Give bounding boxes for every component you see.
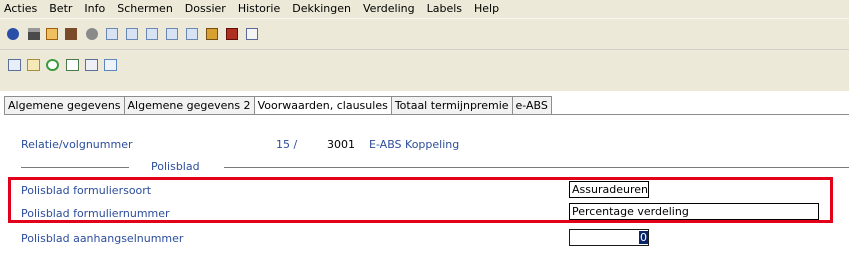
book-icon[interactable] [65, 28, 77, 40]
menu-info[interactable]: Info [78, 0, 111, 18]
notes-icon[interactable] [27, 59, 40, 71]
aanhangselnummer-value: 0 [639, 231, 648, 244]
tab-totaal-termijnpremie[interactable]: Totaal termijnpremie [390, 96, 512, 115]
page3-icon[interactable] [146, 28, 158, 40]
tab-algemene-gegevens-2[interactable]: Algemene gegevens 2 [123, 96, 254, 115]
tab-algemene-gegevens[interactable]: Algemene gegevens [4, 96, 124, 115]
page2-icon[interactable] [126, 28, 138, 40]
menu-historie[interactable]: Historie [232, 0, 286, 18]
koppeling-text: E-ABS Koppeling [369, 138, 460, 151]
aanhangselnummer-label: Polisblad aanhangselnummer [21, 232, 184, 245]
menu-verdeling[interactable]: Verdeling [357, 0, 421, 18]
tab-strip: Algemene gegevens Algemene gegevens 2 Vo… [4, 96, 552, 115]
menu-schermen[interactable]: Schermen [111, 0, 179, 18]
menu-acties[interactable]: Acties [0, 0, 43, 18]
document-icon[interactable] [104, 59, 117, 71]
record-icon[interactable] [86, 28, 98, 40]
section-divider-left [21, 167, 129, 168]
calendar-icon[interactable] [8, 59, 21, 71]
menu-betr[interactable]: Betr [43, 0, 78, 18]
info-icon[interactable] [246, 28, 258, 40]
refresh-icon[interactable] [46, 59, 59, 71]
page4-icon[interactable] [166, 28, 178, 40]
relatie-number: 15 / [276, 138, 298, 151]
aanhangselnummer-field[interactable]: 0 [569, 229, 649, 246]
page1-icon[interactable] [106, 28, 118, 40]
print-icon[interactable] [28, 28, 40, 40]
menu-help[interactable]: Help [468, 0, 505, 18]
stop-icon[interactable] [226, 28, 238, 40]
relatie-label: Relatie/volgnummer [21, 138, 133, 151]
menu-dossier[interactable]: Dossier [179, 0, 232, 18]
highlight-box [8, 177, 833, 223]
page5-icon[interactable] [186, 28, 198, 40]
main-toolbar [0, 18, 849, 49]
export-icon[interactable] [85, 59, 98, 71]
tab-e-abs[interactable]: e-ABS [511, 96, 552, 115]
menu-dekkingen[interactable]: Dekkingen [286, 0, 357, 18]
secondary-toolbar [0, 49, 849, 91]
help-icon[interactable] [7, 28, 19, 40]
home-icon[interactable] [46, 28, 58, 40]
section-title: Polisblad [151, 160, 200, 173]
menu-bar: Acties Betr Info Schermen Dossier Histor… [0, 0, 849, 18]
section-divider-right [224, 167, 849, 168]
add-icon[interactable] [66, 59, 79, 71]
menu-labels[interactable]: Labels [421, 0, 468, 18]
volgnummer: 3001 [327, 138, 355, 151]
edit-icon[interactable] [206, 28, 218, 40]
tab-voorwaarden-clausules[interactable]: Voorwaarden, clausules [253, 96, 391, 115]
